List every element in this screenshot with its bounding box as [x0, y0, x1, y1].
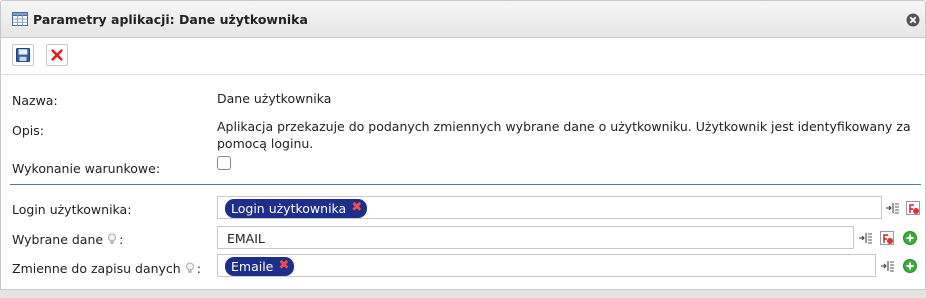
close-icon[interactable]	[906, 13, 920, 27]
save-icon	[16, 48, 30, 62]
wykonanie-label: Wykonanie warunkowe:	[12, 161, 161, 176]
zmienne-label: Zmienne do zapisu danych:	[12, 261, 201, 276]
login-tag-label: Login użytkownika	[231, 201, 347, 216]
opis-label: Opis:	[12, 123, 44, 138]
wykonanie-checkbox[interactable]	[217, 156, 231, 170]
wybrane-field[interactable]: EMAIL	[217, 226, 854, 249]
nazwa-label: Nazwa:	[12, 93, 58, 108]
save-button[interactable]	[12, 44, 34, 66]
hint-bulb-icon[interactable]	[185, 262, 195, 274]
window-titlebar: Parametry aplikacji: Dane użytkownika	[0, 0, 926, 38]
cancel-button[interactable]	[46, 44, 68, 66]
insert-variable-icon[interactable]	[859, 231, 873, 245]
login-tag: Login użytkownika ✖	[225, 199, 368, 218]
insert-variable-icon[interactable]	[886, 201, 900, 215]
nazwa-value: Dane użytkownika	[217, 91, 332, 106]
zmienne-field[interactable]: Emaile ✖	[217, 254, 876, 277]
function-edit-icon[interactable]	[906, 201, 920, 215]
window-title: Parametry aplikacji: Dane użytkownika	[33, 12, 308, 27]
zmienne-tag-label: Emaile	[231, 259, 274, 274]
remove-icon[interactable]: ✖	[351, 200, 362, 216]
add-icon[interactable]	[903, 231, 917, 245]
wybrane-value: EMAIL	[227, 231, 265, 246]
toolbar	[0, 38, 926, 75]
table-icon	[12, 12, 28, 26]
section-divider	[10, 184, 921, 185]
remove-icon[interactable]: ✖	[278, 258, 289, 274]
panel-bottom-shade	[0, 290, 926, 298]
login-label: Login użytkownika:	[12, 202, 132, 217]
function-edit-icon[interactable]	[880, 231, 894, 245]
delete-icon	[51, 49, 63, 61]
add-icon[interactable]	[903, 259, 917, 273]
opis-value: Aplikacja przekazuje do podanych zmienny…	[217, 119, 911, 151]
zmienne-tag: Emaile ✖	[225, 257, 295, 276]
wybrane-label: Wybrane dane:	[12, 232, 124, 247]
insert-variable-icon[interactable]	[881, 259, 895, 273]
hint-bulb-icon[interactable]	[107, 233, 117, 245]
login-field[interactable]: Login użytkownika ✖	[217, 196, 882, 219]
